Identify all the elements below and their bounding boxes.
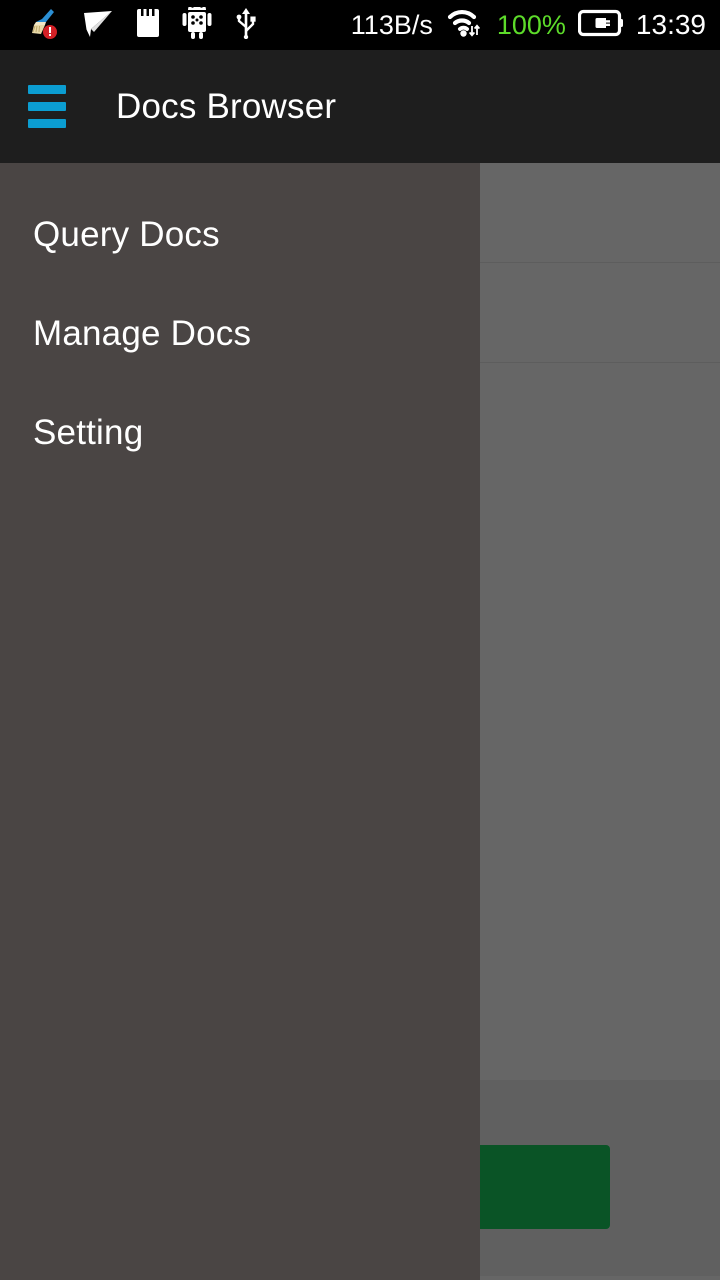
status-bar-left-icons bbox=[28, 0, 258, 44]
navigation-drawer: Query Docs Manage Docs Setting bbox=[0, 163, 480, 1280]
hamburger-bar-3 bbox=[28, 119, 66, 128]
sidebar-item-label: Manage Docs bbox=[33, 313, 252, 353]
paper-plane-icon bbox=[82, 7, 114, 44]
network-speed-text: 113B/s bbox=[350, 9, 433, 40]
sidebar-item-setting[interactable]: Setting bbox=[0, 383, 480, 482]
wifi-icon bbox=[445, 7, 485, 44]
hamburger-bar-1 bbox=[28, 85, 66, 94]
sidebar-item-query-docs[interactable]: Query Docs bbox=[0, 185, 480, 284]
page-title: Docs Browser bbox=[116, 86, 337, 126]
sim-card-icon bbox=[136, 7, 160, 44]
battery-percent-text: 100% bbox=[496, 9, 566, 40]
app-bar: Docs Browser bbox=[0, 50, 720, 163]
status-bar: 113B/s 100% 13:39 bbox=[0, 0, 720, 50]
status-bar-right-icons: 113B/s 100% 13:39 bbox=[351, 7, 706, 44]
hamburger-bar-2 bbox=[28, 102, 66, 111]
sidebar-item-label: Setting bbox=[33, 412, 144, 452]
cleaner-icon bbox=[28, 7, 60, 44]
android-robot-icon bbox=[182, 0, 212, 44]
sidebar-item-manage-docs[interactable]: Manage Docs bbox=[0, 284, 480, 383]
clock-text: 13:39 bbox=[635, 9, 706, 40]
phone-screen: 113B/s 100% 13:39 Query Docs Manage Docs… bbox=[0, 0, 720, 1280]
usb-icon bbox=[234, 7, 258, 44]
battery-charging-icon bbox=[577, 9, 624, 42]
hamburger-menu-icon[interactable] bbox=[28, 84, 74, 130]
sidebar-item-label: Query Docs bbox=[33, 214, 220, 254]
